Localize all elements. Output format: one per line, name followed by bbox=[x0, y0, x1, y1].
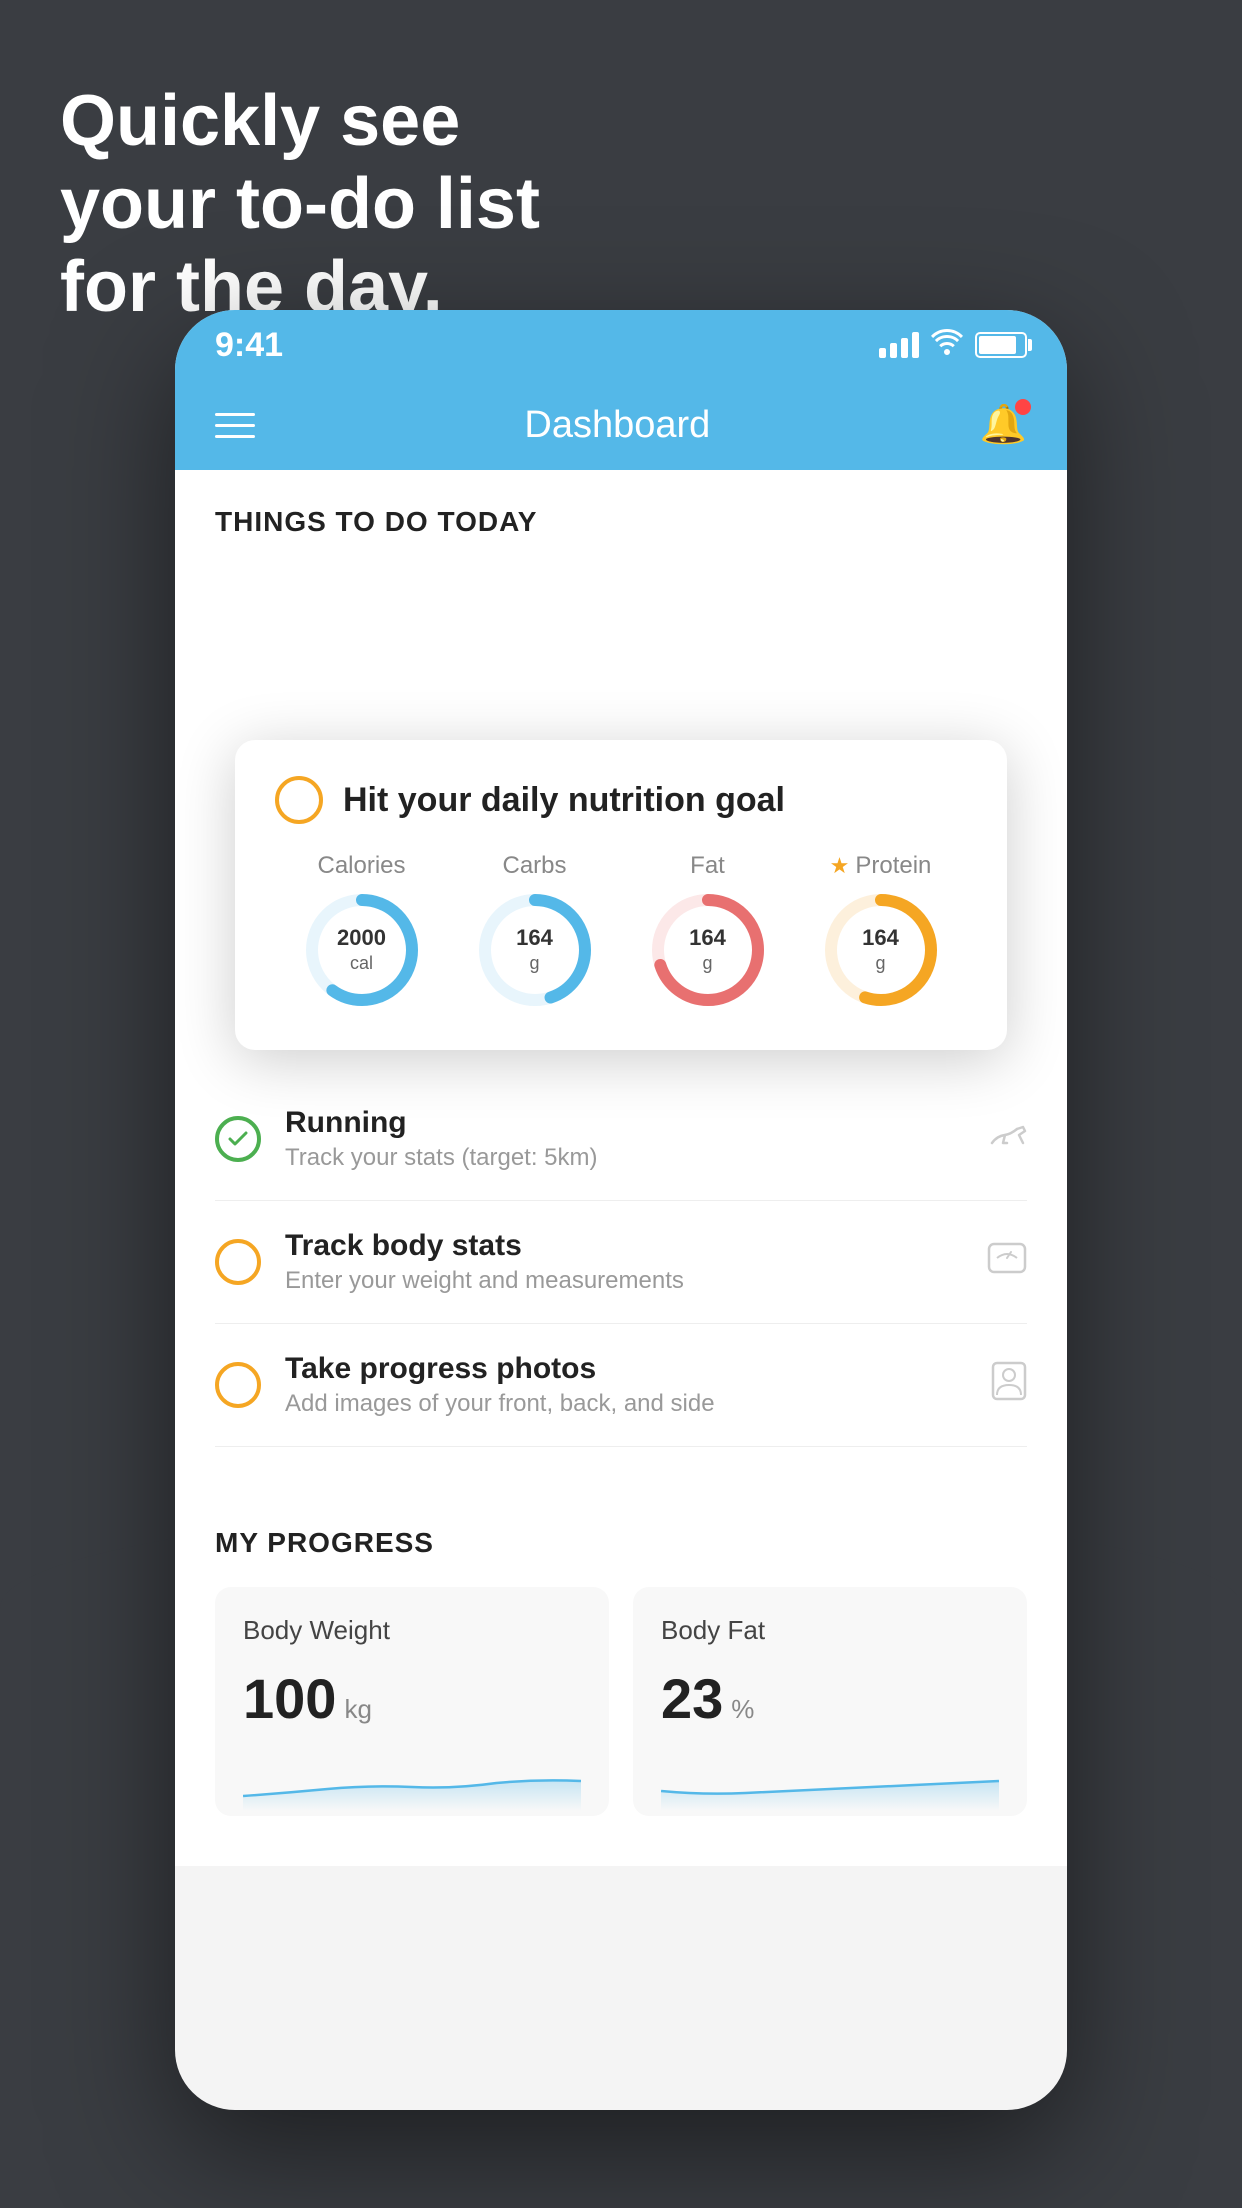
todo-circle-photos bbox=[215, 1362, 261, 1408]
metric-protein-label: ★ Protein bbox=[830, 852, 932, 880]
person-icon bbox=[991, 1361, 1027, 1410]
todo-subtitle-body-stats: Enter your weight and measurements bbox=[285, 1267, 963, 1295]
nutrition-circle bbox=[275, 776, 323, 824]
notification-button[interactable]: 🔔 bbox=[980, 403, 1027, 447]
body-weight-value: 100 kg bbox=[243, 1666, 581, 1731]
wifi-icon bbox=[931, 329, 963, 362]
body-fat-number: 23 bbox=[661, 1666, 723, 1731]
body-fat-sparkline bbox=[661, 1751, 999, 1811]
todo-text-photos: Take progress photos Add images of your … bbox=[285, 1352, 967, 1418]
body-weight-unit: kg bbox=[344, 1694, 371, 1725]
todo-subtitle-running: Track your stats (target: 5km) bbox=[285, 1144, 963, 1172]
donut-protein: 164 g bbox=[821, 890, 941, 1010]
todo-subtitle-photos: Add images of your front, back, and side bbox=[285, 1390, 967, 1418]
nutrition-title: Hit your daily nutrition goal bbox=[343, 781, 785, 820]
metric-calories: Calories 2000 cal bbox=[302, 852, 422, 1010]
nav-bar: Dashboard 🔔 bbox=[175, 380, 1067, 470]
body-weight-number: 100 bbox=[243, 1666, 336, 1731]
signal-icon bbox=[879, 332, 919, 358]
nutrition-metrics: Calories 2000 cal Carbs bbox=[275, 852, 967, 1010]
nav-title: Dashboard bbox=[524, 404, 710, 447]
body-fat-title: Body Fat bbox=[661, 1615, 999, 1646]
body-weight-sparkline bbox=[243, 1751, 581, 1811]
notification-badge bbox=[1015, 399, 1031, 415]
body-fat-value: 23 % bbox=[661, 1666, 999, 1731]
menu-button[interactable] bbox=[215, 413, 255, 438]
body-weight-title: Body Weight bbox=[243, 1615, 581, 1646]
scale-icon bbox=[987, 1240, 1027, 1285]
star-icon: ★ bbox=[830, 853, 850, 879]
status-bar: 9:41 bbox=[175, 310, 1067, 380]
todo-item-photos[interactable]: Take progress photos Add images of your … bbox=[215, 1324, 1027, 1447]
todo-text-running: Running Track your stats (target: 5km) bbox=[285, 1106, 963, 1172]
todo-circle-body-stats bbox=[215, 1239, 261, 1285]
metric-fat-label: Fat bbox=[690, 852, 725, 880]
content-area: THINGS TO DO TODAY Running Track your st… bbox=[175, 470, 1067, 1866]
battery-icon bbox=[975, 332, 1027, 358]
body-fat-card[interactable]: Body Fat 23 % bbox=[633, 1587, 1027, 1816]
progress-cards: Body Weight 100 kg bbox=[215, 1587, 1027, 1816]
todo-list: Running Track your stats (target: 5km) T… bbox=[175, 1078, 1067, 1447]
body-fat-unit: % bbox=[731, 1694, 754, 1725]
progress-section: MY PROGRESS Body Weight 100 kg bbox=[175, 1487, 1067, 1866]
todo-item-running[interactable]: Running Track your stats (target: 5km) bbox=[215, 1078, 1027, 1201]
headline-line1: Quickly see bbox=[60, 80, 540, 163]
progress-header: MY PROGRESS bbox=[215, 1527, 1027, 1559]
metric-carbs: Carbs 164 g bbox=[475, 852, 595, 1010]
nutrition-title-row: Hit your daily nutrition goal bbox=[275, 776, 967, 824]
phone-mockup: 9:41 Dashboard 🔔 bbox=[175, 310, 1067, 2110]
things-to-do-header: THINGS TO DO TODAY bbox=[175, 470, 1067, 558]
nutrition-card: Hit your daily nutrition goal Calories 2… bbox=[235, 740, 1007, 1050]
todo-circle-running bbox=[215, 1116, 261, 1162]
metric-fat: Fat 164 g bbox=[648, 852, 768, 1010]
body-weight-card[interactable]: Body Weight 100 kg bbox=[215, 1587, 609, 1816]
status-icons bbox=[879, 329, 1027, 362]
metric-carbs-label: Carbs bbox=[502, 852, 566, 880]
todo-item-body-stats[interactable]: Track body stats Enter your weight and m… bbox=[215, 1201, 1027, 1324]
todo-title-body-stats: Track body stats bbox=[285, 1229, 963, 1263]
todo-title-photos: Take progress photos bbox=[285, 1352, 967, 1386]
headline-line2: your to-do list bbox=[60, 163, 540, 246]
todo-text-body-stats: Track body stats Enter your weight and m… bbox=[285, 1229, 963, 1295]
running-icon bbox=[987, 1118, 1027, 1160]
status-time: 9:41 bbox=[215, 326, 283, 365]
donut-fat: 164 g bbox=[648, 890, 768, 1010]
donut-calories: 2000 cal bbox=[302, 890, 422, 1010]
headline: Quickly see your to-do list for the day. bbox=[60, 80, 540, 328]
donut-carbs: 164 g bbox=[475, 890, 595, 1010]
metric-calories-label: Calories bbox=[317, 852, 405, 880]
metric-protein: ★ Protein 164 g bbox=[821, 852, 941, 1010]
todo-title-running: Running bbox=[285, 1106, 963, 1140]
